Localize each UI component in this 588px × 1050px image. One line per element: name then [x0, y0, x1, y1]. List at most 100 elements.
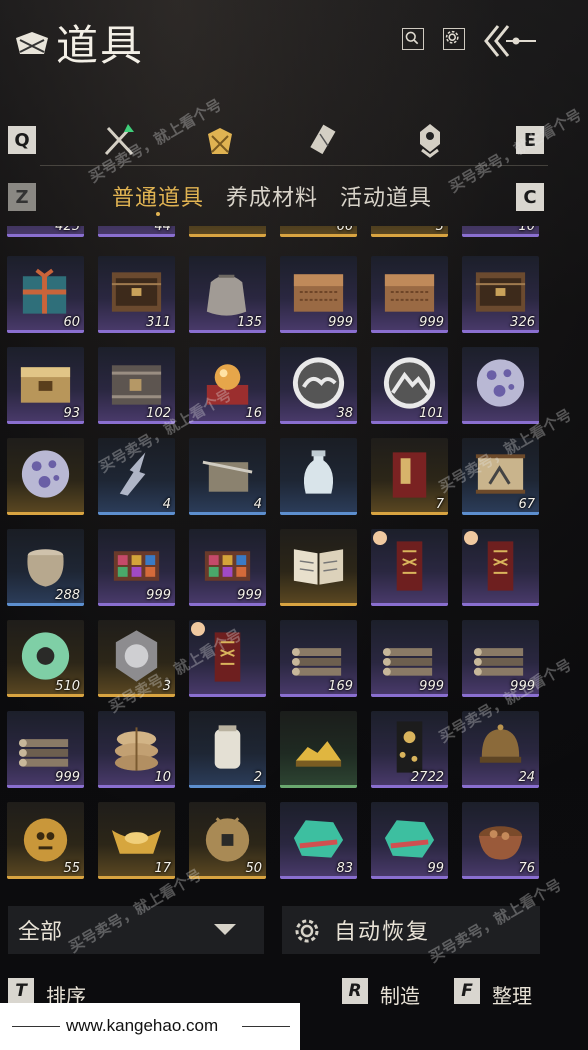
log-pile-icon — [473, 648, 524, 676]
grain-sacks-icon — [114, 727, 159, 771]
item-slot[interactable]: 55 — [7, 802, 84, 879]
quality-bar — [371, 234, 448, 237]
item-slot[interactable]: 44 — [98, 226, 175, 237]
wooden-chest-icon — [111, 272, 162, 312]
pouch-tab-icon[interactable] — [200, 120, 240, 160]
quality-bar — [462, 330, 539, 333]
quality-bar — [371, 603, 448, 606]
item-slot[interactable]: 510 — [7, 620, 84, 697]
item-slot[interactable]: 24 — [462, 711, 539, 788]
prev-subtab-key[interactable]: Z — [8, 183, 36, 211]
item-slot[interactable]: 93 — [7, 347, 84, 424]
watermark-divider — [242, 1026, 290, 1027]
item-slot[interactable]: 999 — [280, 256, 357, 333]
item-slot[interactable]: 10 — [98, 711, 175, 788]
item-slot[interactable]: 101 — [371, 347, 448, 424]
item-slot[interactable] — [280, 438, 357, 515]
item-slot[interactable]: 999 — [462, 620, 539, 697]
item-count: 67 — [518, 497, 535, 512]
item-slot[interactable]: 999 — [7, 711, 84, 788]
item-count: 135 — [237, 315, 262, 330]
item-count: 24 — [518, 770, 535, 785]
item-slot[interactable]: 38 — [280, 347, 357, 424]
prev-tab-key[interactable]: Q — [8, 126, 36, 154]
back-arrow-icon[interactable] — [484, 22, 540, 60]
quality-bar — [462, 785, 539, 788]
item-grid-viewport[interactable]: 425 44 66 3 10 60 311 135 999 999 326 93 102 16 38 101 4… — [0, 226, 588, 886]
item-slot[interactable]: 67 — [462, 438, 539, 515]
item-slot[interactable] — [462, 529, 539, 606]
scroll-tab-icon[interactable] — [306, 120, 346, 160]
clock-icon — [191, 622, 205, 636]
arrange-label[interactable]: 整理 — [492, 980, 532, 1009]
item-slot[interactable]: 425 — [7, 226, 84, 237]
item-slot[interactable]: 311 — [98, 256, 175, 333]
item-slot[interactable]: 16 — [189, 347, 266, 424]
item-slot[interactable]: 4 — [189, 438, 266, 515]
item-slot[interactable]: 102 — [98, 347, 175, 424]
subtab-event-items[interactable]: 活动道具 — [340, 180, 432, 212]
item-slot[interactable] — [7, 438, 84, 515]
item-slot[interactable]: 2722 — [371, 711, 448, 788]
item-slot[interactable]: 999 — [98, 529, 175, 606]
item-slot[interactable] — [280, 529, 357, 606]
subtab-materials[interactable]: 养成材料 — [226, 180, 318, 212]
item-slot[interactable]: 10 — [462, 226, 539, 237]
item-slot[interactable]: 999 — [371, 256, 448, 333]
money-envelope-icon — [396, 721, 423, 773]
item-count: 99 — [427, 861, 444, 876]
item-slot[interactable]: 60 — [7, 256, 84, 333]
item-slot[interactable]: 288 — [7, 529, 84, 606]
item-count: 2 — [253, 770, 262, 785]
item-slot[interactable]: 2 — [189, 711, 266, 788]
weapon-tab-icon[interactable] — [100, 120, 140, 160]
item-slot[interactable]: 83 — [280, 802, 357, 879]
quality-bar — [7, 421, 84, 424]
quality-bar — [98, 785, 175, 788]
item-slot[interactable] — [462, 347, 539, 424]
quality-bar — [280, 512, 357, 515]
item-slot[interactable] — [189, 620, 266, 697]
item-slot[interactable]: 76 — [462, 802, 539, 879]
red-talisman-icon — [487, 541, 514, 591]
subtab-normal-items[interactable]: 普通道具 — [112, 180, 204, 212]
item-count: 4 — [162, 497, 171, 512]
item-slot[interactable] — [280, 711, 357, 788]
quality-bar — [98, 234, 175, 237]
item-slot[interactable]: 169 — [280, 620, 357, 697]
quality-bar — [462, 876, 539, 879]
copper-coin-icon — [205, 817, 250, 862]
item-slot[interactable]: 99 — [371, 802, 448, 879]
next-subtab-key[interactable]: C — [516, 183, 544, 211]
item-slot[interactable] — [189, 226, 266, 237]
item-slot[interactable]: 50 — [189, 802, 266, 879]
sword-paper-icon — [202, 460, 253, 492]
item-slot[interactable]: 999 — [371, 620, 448, 697]
item-slot[interactable]: 66 — [280, 226, 357, 237]
item-slot[interactable]: 3 — [371, 226, 448, 237]
craft-key[interactable]: R — [342, 978, 368, 1004]
settings-button[interactable] — [443, 28, 465, 50]
log-pile-icon — [291, 648, 342, 676]
item-slot[interactable]: 17 — [98, 802, 175, 879]
item-slot[interactable]: 135 — [189, 256, 266, 333]
sort-key[interactable]: T — [8, 978, 34, 1004]
item-count: 999 — [419, 679, 444, 694]
item-count: 101 — [419, 406, 444, 421]
gold-bell-icon — [23, 818, 68, 862]
item-slot[interactable]: 4 — [98, 438, 175, 515]
next-tab-key[interactable]: E — [516, 126, 544, 154]
token-tab-icon[interactable] — [410, 120, 450, 160]
search-button[interactable] — [402, 28, 424, 50]
item-slot[interactable]: 3 — [98, 620, 175, 697]
craft-label[interactable]: 制造 — [380, 980, 420, 1009]
item-count: 83 — [336, 861, 353, 876]
item-count: 2722 — [410, 770, 444, 785]
item-count: 999 — [328, 315, 353, 330]
arrange-key[interactable]: F — [454, 978, 480, 1004]
item-slot[interactable]: 999 — [189, 529, 266, 606]
item-slot[interactable] — [371, 529, 448, 606]
item-slot[interactable]: 7 — [371, 438, 448, 515]
painted-scroll-icon — [475, 454, 526, 494]
item-slot[interactable]: 326 — [462, 256, 539, 333]
